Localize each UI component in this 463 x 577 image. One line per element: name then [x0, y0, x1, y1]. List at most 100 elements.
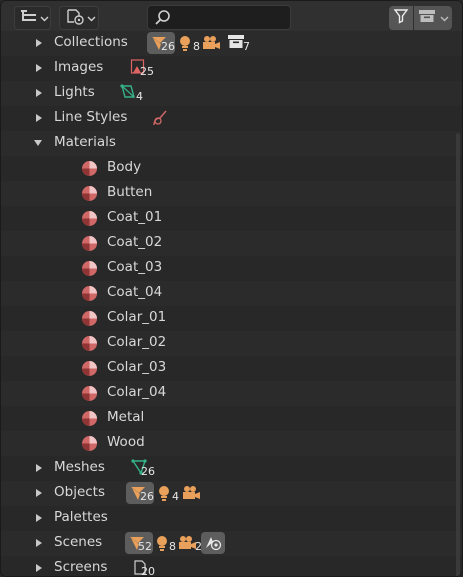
- material-row[interactable]: Butten: [1, 181, 462, 206]
- material-icon: [81, 185, 98, 206]
- chevron-down-icon: [40, 10, 49, 26]
- material-label: Wood: [107, 434, 145, 450]
- brush-icon: [151, 109, 169, 131]
- expand-arrow-icon[interactable]: [36, 39, 42, 47]
- tree-label: Objects: [54, 484, 106, 500]
- object-count: 26: [161, 40, 175, 53]
- material-label: Butten: [107, 184, 153, 200]
- material-row[interactable]: Colar_01: [1, 306, 462, 331]
- display-mode-dropdown[interactable]: [14, 6, 51, 30]
- material-icon: [81, 410, 98, 431]
- new-collection-button[interactable]: [414, 6, 452, 30]
- collapse-arrow-icon[interactable]: [34, 140, 42, 146]
- material-row[interactable]: Colar_02: [1, 331, 462, 356]
- tree-label: Materials: [54, 134, 116, 150]
- filter-button[interactable]: [389, 6, 413, 30]
- light-count: 4: [136, 90, 143, 103]
- tree-row-collections[interactable]: Collections 26 8 7: [1, 31, 462, 56]
- mesh-count: 26: [141, 465, 155, 478]
- light-count: 4: [172, 490, 179, 503]
- tree-row-palettes[interactable]: Palettes: [1, 506, 462, 531]
- expand-arrow-icon[interactable]: [36, 114, 42, 122]
- material-icon: [81, 235, 98, 256]
- camera-icon: [201, 35, 221, 55]
- world-icon: [204, 534, 222, 556]
- material-label: Coat_02: [107, 234, 163, 250]
- material-icon: [81, 260, 98, 281]
- material-row[interactable]: Coat_04: [1, 281, 462, 306]
- material-label: Colar_01: [107, 309, 167, 325]
- object-count: 52: [138, 540, 152, 553]
- light-icon: [156, 484, 172, 506]
- light-icon: [154, 534, 170, 556]
- tree-row-meshes[interactable]: Meshes 26: [1, 456, 462, 481]
- blender-file-icon: [65, 8, 85, 29]
- light-data-icon: [119, 83, 137, 105]
- expand-arrow-icon[interactable]: [36, 514, 42, 522]
- tree-row-screens[interactable]: Screens 20: [1, 556, 462, 577]
- tree-row-images[interactable]: Images 25: [1, 56, 462, 81]
- collection-count: 7: [243, 40, 250, 53]
- material-label: Coat_03: [107, 259, 163, 275]
- material-label: Body: [107, 159, 142, 175]
- scrollbar[interactable]: [456, 133, 460, 576]
- image-count: 25: [140, 65, 154, 78]
- camera-icon: [177, 535, 197, 555]
- expand-arrow-icon[interactable]: [36, 564, 42, 572]
- expand-arrow-icon[interactable]: [36, 64, 42, 72]
- chevron-down-icon: [87, 10, 96, 26]
- material-icon: [81, 285, 98, 306]
- material-icon: [81, 210, 98, 231]
- tree-row-objects[interactable]: Objects 26 4: [1, 481, 462, 506]
- tree-label: Line Styles: [54, 109, 128, 125]
- outliner-editor: Collections 26 8 7 Images 25 Lights 4 Li…: [0, 0, 463, 577]
- expand-arrow-icon[interactable]: [36, 539, 42, 547]
- tree-row-line-styles[interactable]: Line Styles: [1, 106, 462, 131]
- material-label: Coat_04: [107, 284, 163, 300]
- tree-label: Lights: [54, 84, 95, 100]
- material-row[interactable]: Metal: [1, 406, 462, 431]
- filter-mode-dropdown[interactable]: [59, 6, 99, 30]
- chevron-down-icon: [440, 10, 449, 26]
- expand-arrow-icon[interactable]: [36, 489, 42, 497]
- tree-label: Palettes: [54, 509, 108, 525]
- material-label: Colar_04: [107, 384, 167, 400]
- material-row[interactable]: Colar_04: [1, 381, 462, 406]
- light-count: 8: [169, 540, 176, 553]
- material-row[interactable]: Coat_03: [1, 256, 462, 281]
- tree-row-scenes[interactable]: Scenes 52 8 2: [1, 531, 462, 556]
- light-count: 8: [193, 40, 200, 53]
- light-icon: [177, 34, 193, 56]
- material-row[interactable]: Coat_01: [1, 206, 462, 231]
- funnel-icon: [393, 8, 409, 28]
- material-label: Colar_03: [107, 359, 167, 375]
- tree-label: Collections: [54, 34, 128, 50]
- tree-row-materials[interactable]: Materials: [1, 131, 462, 156]
- screen-count: 20: [141, 565, 155, 577]
- material-icon: [81, 435, 98, 456]
- outliner-header: [1, 1, 462, 34]
- tree-row-lights[interactable]: Lights 4: [1, 81, 462, 106]
- material-label: Coat_01: [107, 209, 163, 225]
- expand-arrow-icon[interactable]: [36, 89, 42, 97]
- outliner-tree: Collections 26 8 7 Images 25 Lights 4 Li…: [1, 31, 462, 577]
- tree-label: Scenes: [54, 534, 103, 550]
- camera-icon: [181, 485, 201, 505]
- tree-label: Meshes: [54, 459, 105, 475]
- collection-box-icon: [418, 8, 436, 28]
- search-input[interactable]: [147, 5, 291, 30]
- outliner-tree-icon: [20, 8, 38, 28]
- tree-label: Screens: [54, 559, 108, 575]
- material-icon: [81, 385, 98, 406]
- material-row[interactable]: Colar_03: [1, 356, 462, 381]
- material-icon: [81, 335, 98, 356]
- material-icon: [81, 310, 98, 331]
- material-icon: [81, 360, 98, 381]
- object-count: 26: [140, 490, 154, 503]
- material-row[interactable]: Coat_02: [1, 231, 462, 256]
- material-row[interactable]: Body: [1, 156, 462, 181]
- tree-label: Images: [54, 59, 104, 75]
- material-row[interactable]: Wood: [1, 431, 462, 456]
- material-icon: [81, 160, 98, 181]
- expand-arrow-icon[interactable]: [36, 464, 42, 472]
